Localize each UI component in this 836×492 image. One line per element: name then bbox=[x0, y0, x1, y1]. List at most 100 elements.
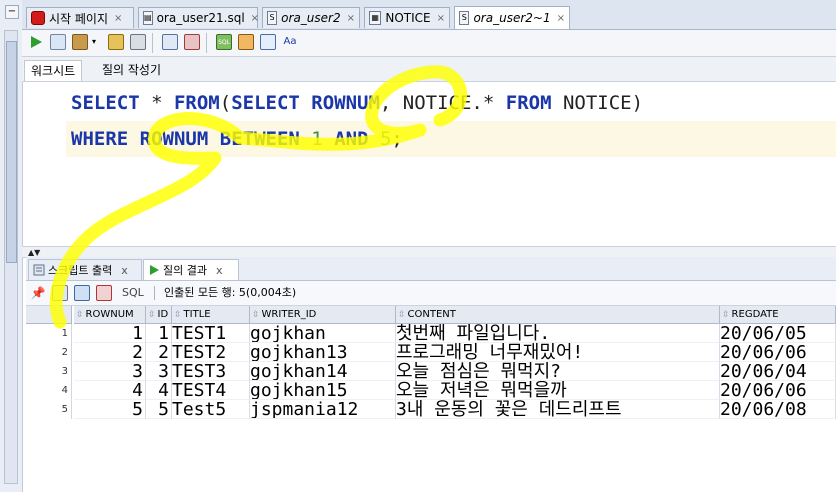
document-tab[interactable]: 시작 페이지 × bbox=[26, 7, 134, 28]
oracle-icon bbox=[31, 11, 45, 25]
column-header[interactable]: ⇳ CONTENT bbox=[396, 306, 720, 324]
refresh-icon[interactable] bbox=[74, 285, 90, 301]
sql-worksheet-icon: S bbox=[459, 11, 470, 25]
close-icon[interactable]: × bbox=[251, 13, 259, 24]
sort-icon[interactable]: ⇳ bbox=[722, 310, 730, 320]
explain-plan-icon[interactable] bbox=[162, 34, 178, 50]
close-icon[interactable]: × bbox=[437, 13, 445, 24]
table-cell[interactable]: 20/06/06 bbox=[720, 381, 836, 400]
dropdown-arrow-icon[interactable]: ▾ bbox=[90, 34, 98, 50]
run-script-icon[interactable] bbox=[50, 34, 66, 50]
history-icon[interactable] bbox=[260, 34, 276, 50]
tab-script-output[interactable]: 스크립트 출력 x bbox=[28, 259, 142, 280]
sql-link[interactable]: SQL bbox=[122, 285, 144, 301]
document-tab-label: ora_user2 bbox=[281, 11, 341, 25]
table-cell[interactable]: 2 bbox=[146, 343, 172, 362]
table-cell[interactable]: Test5 bbox=[172, 400, 250, 419]
sort-icon[interactable]: ⇳ bbox=[76, 310, 84, 320]
table-cell[interactable]: 20/06/04 bbox=[720, 362, 836, 381]
cancel-icon[interactable] bbox=[130, 34, 146, 50]
table-cell[interactable]: 프로그래밍 너무재밌어! bbox=[396, 343, 720, 362]
table-cell[interactable]: TEST1 bbox=[172, 324, 250, 343]
document-tab[interactable]: ▤ ora_user21.sql × bbox=[138, 7, 259, 28]
column-header[interactable]: ⇳ ID bbox=[146, 306, 172, 324]
vertical-scrollbar[interactable]: − bbox=[4, 5, 19, 484]
sort-icon[interactable]: ⇳ bbox=[398, 310, 406, 320]
run-statement-icon[interactable] bbox=[28, 34, 44, 50]
sort-icon[interactable]: ⇳ bbox=[174, 310, 182, 320]
table-cell[interactable]: gojkhan bbox=[250, 324, 396, 343]
close-icon[interactable]: × bbox=[114, 13, 122, 24]
table-cell[interactable]: TEST4 bbox=[172, 381, 250, 400]
worksheet-toolbar: ▾ SQL Aa bbox=[22, 30, 836, 57]
table-cell[interactable]: 2 bbox=[74, 343, 146, 362]
table-cell[interactable]: TEST3 bbox=[172, 362, 250, 381]
table-cell[interactable]: 20/06/08 bbox=[720, 400, 836, 419]
clear-icon[interactable] bbox=[238, 34, 254, 50]
column-header[interactable]: ⇳ TITLE bbox=[172, 306, 250, 324]
tab-worksheet[interactable]: 워크시트 bbox=[24, 60, 83, 81]
commit-icon[interactable] bbox=[72, 34, 88, 50]
table-cell[interactable]: jspmania12 bbox=[250, 400, 396, 419]
close-icon[interactable]: × bbox=[347, 13, 355, 24]
table-cell[interactable]: 20/06/06 bbox=[720, 343, 836, 362]
close-icon[interactable]: × bbox=[557, 13, 565, 24]
row-number[interactable]: 4 bbox=[26, 381, 72, 400]
format-case-icon[interactable]: Aa bbox=[282, 34, 298, 50]
sql-tuning-icon[interactable]: SQL bbox=[216, 34, 232, 50]
table-cell[interactable]: 1 bbox=[74, 324, 146, 343]
table-cell[interactable]: 1 bbox=[146, 324, 172, 343]
table-cell[interactable]: 20/06/05 bbox=[720, 324, 836, 343]
table-cell[interactable]: gojkhan14 bbox=[250, 362, 396, 381]
table-cell[interactable]: 첫번째 파일입니다. bbox=[396, 324, 720, 343]
column-header[interactable]: ⇳ WRITER_ID bbox=[250, 306, 396, 324]
table-cell[interactable]: 4 bbox=[74, 381, 146, 400]
pin-icon[interactable]: 📌 bbox=[30, 285, 46, 301]
document-tab[interactable]: Sora_user2 × bbox=[262, 7, 360, 28]
table-cell[interactable]: 3 bbox=[146, 362, 172, 381]
row-number[interactable]: 3 bbox=[26, 362, 72, 381]
delete-icon[interactable] bbox=[96, 285, 112, 301]
column-header[interactable]: ⇳ REGDATE bbox=[720, 306, 836, 324]
scrollbar-thumb[interactable] bbox=[6, 41, 17, 263]
print-icon[interactable] bbox=[52, 285, 68, 301]
results-grid[interactable]: ⇳ ROWNUM ⇳ ID ⇳ TITLE ⇳ WRITER_ID ⇳ CONTENT ⇳ REGDA… bbox=[26, 306, 836, 492]
column-header[interactable]: ⇳ ROWNUM bbox=[74, 306, 146, 324]
close-icon[interactable]: x bbox=[216, 260, 223, 281]
rollback-icon[interactable] bbox=[108, 34, 124, 50]
document-tab-label: ora_user2~1 bbox=[473, 11, 551, 25]
table-cell[interactable]: TEST2 bbox=[172, 343, 250, 362]
table-cell[interactable]: 3내 운동의 꽃은 데드리프트 bbox=[396, 400, 720, 419]
toolbar-separator bbox=[206, 33, 207, 53]
document-tab[interactable]: ▦ NOTICE × bbox=[364, 7, 450, 28]
column-header-label: WRITER_ID bbox=[261, 309, 317, 320]
sort-icon[interactable]: ⇳ bbox=[252, 310, 260, 320]
table-cell[interactable]: 5 bbox=[146, 400, 172, 419]
sql-file-icon: ▤ bbox=[143, 11, 153, 25]
row-number[interactable]: 1 bbox=[26, 324, 72, 343]
close-icon[interactable]: x bbox=[121, 260, 128, 281]
sort-icon[interactable]: ⇳ bbox=[148, 310, 156, 320]
table-cell[interactable]: gojkhan15 bbox=[250, 381, 396, 400]
code-line-2[interactable]: WHERE ROWNUM BETWEEN 1 AND 5; bbox=[66, 121, 836, 157]
code-line-1[interactable]: SELECT * FROM(SELECT ROWNUM, NOTICE.* FR… bbox=[71, 85, 643, 121]
column-header-label: ID bbox=[157, 309, 169, 320]
table-cell[interactable]: 오늘 저녁은 뭐먹을까 bbox=[396, 381, 720, 400]
sql-editor[interactable]: SELECT * FROM(SELECT ROWNUM, NOTICE.* FR… bbox=[26, 82, 836, 244]
row-number[interactable]: 2 bbox=[26, 343, 72, 362]
sql-number: 5 bbox=[379, 128, 392, 150]
table-cell[interactable]: 4 bbox=[146, 381, 172, 400]
autotrace-icon[interactable] bbox=[184, 34, 200, 50]
table-cell[interactable]: gojkhan13 bbox=[250, 343, 396, 362]
collapse-button[interactable]: − bbox=[5, 5, 19, 19]
document-tab[interactable]: Sora_user2~1 × bbox=[454, 6, 570, 29]
tab-query-result[interactable]: 질의 결과 x bbox=[143, 259, 239, 280]
row-number[interactable]: 5 bbox=[26, 400, 72, 419]
tab-query-builder[interactable]: 질의 작성기 bbox=[96, 60, 167, 80]
collapse-arrows-icon[interactable]: ▲▼ bbox=[28, 248, 40, 257]
table-cell[interactable]: 3 bbox=[74, 362, 146, 381]
table-cell[interactable]: 오늘 점심은 뭐먹지? bbox=[396, 362, 720, 381]
table-cell[interactable]: 5 bbox=[74, 400, 146, 419]
